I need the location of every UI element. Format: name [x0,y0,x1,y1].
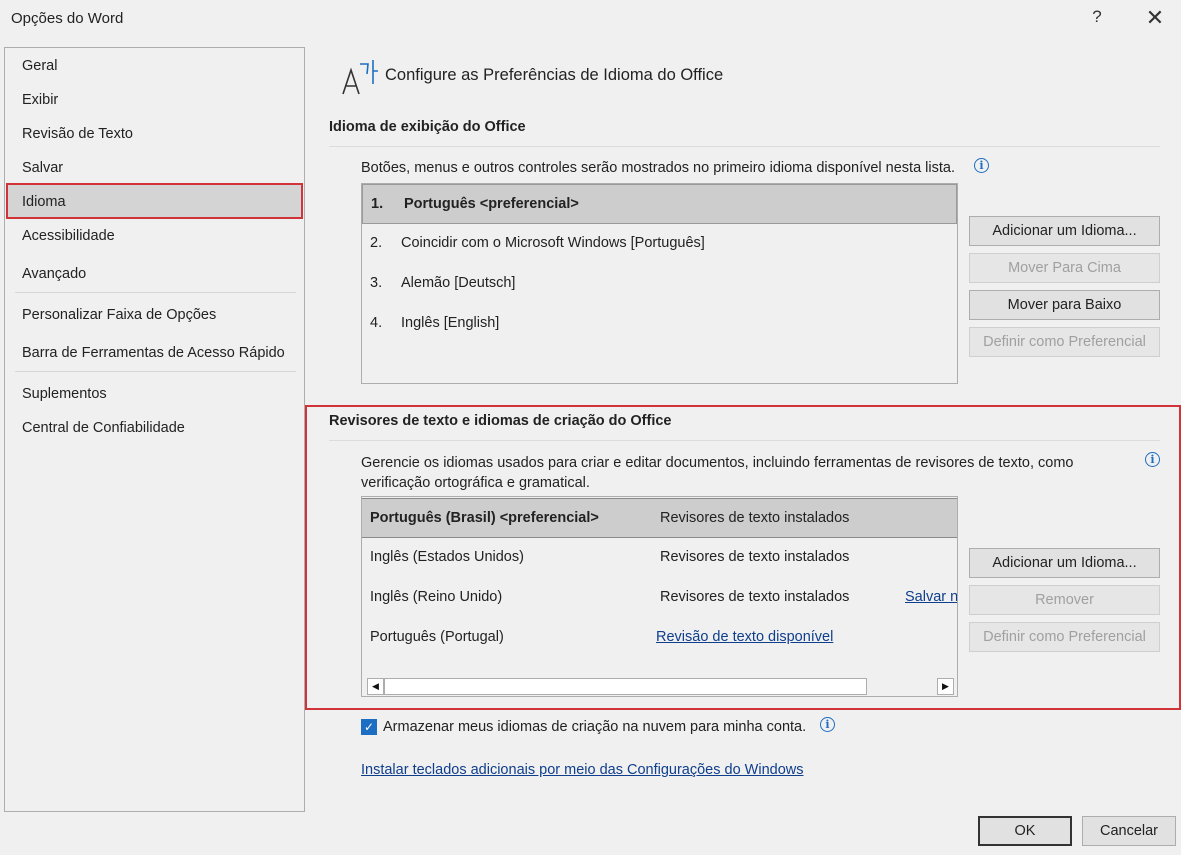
list-item[interactable]: 2. Coincidir com o Microsoft Windows [Po… [362,224,957,264]
table-row[interactable]: Inglês (Reino Unido) Revisores de texto … [362,578,957,618]
info-icon[interactable]: i [1145,452,1160,467]
sidebar-item-acessibilidade[interactable]: Acessibilidade [22,228,115,244]
sidebar-divider [15,292,296,293]
list-item-label: Português <preferencial> [404,196,579,212]
language-cell: Inglês (Reino Unido) [370,589,503,605]
table-row[interactable]: Português (Brasil) <preferencial> Reviso… [362,498,957,538]
sidebar-item-barra-acesso-rapido[interactable]: Barra de Ferramentas de Acesso Rápido [22,345,285,361]
sidebar-item-revisao-de-texto[interactable]: Revisão de Texto [22,126,133,142]
table-row[interactable]: Inglês (Estados Unidos) Revisores de tex… [362,538,957,578]
list-item-label: Inglês [English] [401,315,500,331]
sidebar-item-central-confiabilidade[interactable]: Central de Confiabilidade [22,420,185,436]
list-item-number: 2. [370,235,383,251]
cloud-storage-label[interactable]: Armazenar meus idiomas de criação na nuv… [383,719,806,735]
sidebar-item-salvar[interactable]: Salvar [22,160,63,176]
list-item-label: Coincidir com o Microsoft Windows [Portu… [401,235,705,251]
list-item-number: 4. [370,315,383,331]
status-cell: Revisores de texto instalados [660,549,850,565]
add-display-language-button[interactable]: Adicionar um Idioma... [969,216,1160,246]
horizontal-scrollbar[interactable]: ◀ ▶ [367,678,956,696]
language-icon [342,60,378,95]
help-button[interactable]: ? [1086,7,1108,33]
install-keyboards-link[interactable]: Instalar teclados adicionais por meio da… [361,762,803,778]
display-language-description: Botões, menus e outros controles serão m… [361,160,955,176]
status-cell: Revisores de texto instalados [660,589,850,605]
ok-button[interactable]: OK [978,816,1072,846]
info-icon[interactable]: i [820,717,835,732]
close-button[interactable]: ✕ [1141,5,1169,33]
set-preferred-display-button[interactable]: Definir como Preferencial [969,327,1160,357]
move-up-button[interactable]: Mover Para Cima [969,253,1160,283]
authoring-description-line1: Gerencie os idiomas usados para criar e … [361,455,1074,471]
proofing-available-link[interactable]: Revisão de texto disponível [656,629,833,645]
section-divider [329,146,1160,147]
add-authoring-language-button[interactable]: Adicionar um Idioma... [969,548,1160,578]
sidebar-item-idioma[interactable]: Idioma [22,194,66,210]
list-item[interactable]: 3. Alemão [Deutsch] [362,264,957,304]
set-preferred-authoring-button[interactable]: Definir como Preferencial [969,622,1160,652]
remove-button[interactable]: Remover [969,585,1160,615]
list-item[interactable]: 1. Português <preferencial> [362,184,957,224]
sidebar-item-avancado[interactable]: Avançado [22,266,86,282]
authoring-language-grid[interactable]: Português (Brasil) <preferencial> Reviso… [361,496,958,697]
language-cell: Inglês (Estados Unidos) [370,549,524,565]
status-cell: Revisores de texto instalados [660,510,850,526]
list-item[interactable]: 4. Inglês [English] [362,304,957,344]
language-cell: Português (Portugal) [370,629,504,645]
authoring-description-line2: verificação ortográfica e gramatical. [361,475,590,491]
scroll-left-icon[interactable]: ◀ [367,678,384,695]
sidebar-item-suplementos[interactable]: Suplementos [22,386,107,402]
window-title: Opções do Word [11,10,124,27]
sidebar-nav: Geral Exibir Revisão de Texto Salvar Idi… [4,47,305,812]
scroll-right-icon[interactable]: ▶ [937,678,954,695]
scrollbar-thumb[interactable] [384,678,867,695]
move-down-button[interactable]: Mover para Baixo [969,290,1160,320]
list-item-number: 1. [371,196,384,212]
sidebar-divider [15,371,296,372]
sidebar-item-exibir[interactable]: Exibir [22,92,58,108]
section-divider [329,440,1160,441]
info-icon[interactable]: i [974,158,989,173]
language-cell: Português (Brasil) <preferencial> [370,510,599,526]
sidebar-item-personalizar-faixa[interactable]: Personalizar Faixa de Opções [22,307,216,323]
authoring-language-heading: Revisores de texto e idiomas de criação … [329,413,672,429]
display-language-heading: Idioma de exibição do Office [329,119,526,135]
display-language-list[interactable]: 1. Português <preferencial> 2. Coincidir… [361,183,958,384]
cancel-button[interactable]: Cancelar [1082,816,1176,846]
save-link[interactable]: Salvar n [905,589,957,605]
list-item-label: Alemão [Deutsch] [401,275,516,291]
cloud-storage-checkbox[interactable]: ✓ [361,719,377,735]
sidebar-item-geral[interactable]: Geral [22,58,57,74]
page-title: Configure as Preferências de Idioma do O… [385,66,724,84]
table-row[interactable]: Português (Portugal) Revisão de texto di… [362,618,957,658]
list-item-number: 3. [370,275,383,291]
